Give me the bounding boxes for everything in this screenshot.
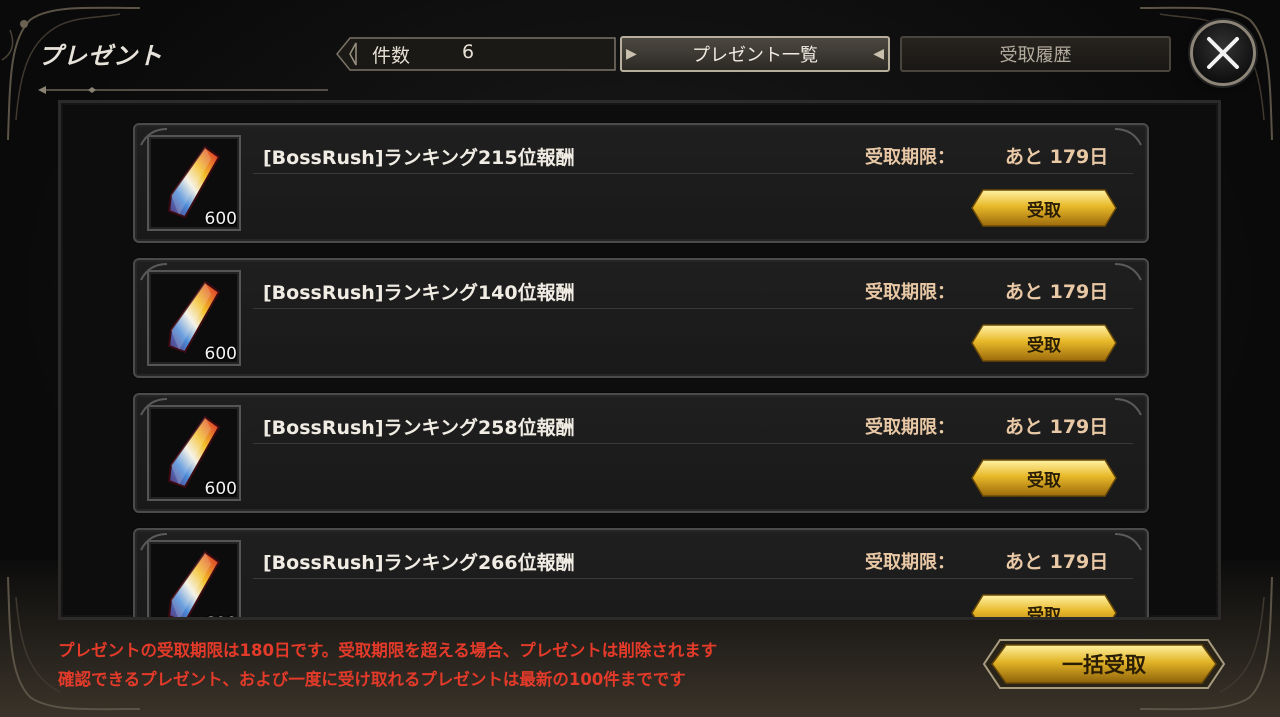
item-title: [BossRush]ランキング258位報酬 (263, 417, 575, 439)
item-quantity: 600 (204, 209, 237, 229)
tab-right-arrow-icon: ◀ (873, 46, 884, 62)
item-icon-frame: 600 (147, 135, 241, 231)
title-divider (38, 86, 328, 94)
page-title: プレゼント (38, 41, 163, 70)
notice-line-2: 確認できるプレゼント、および一度に受け取れるプレゼントは最新の100件までです (58, 670, 686, 689)
item-quantity: 600 (204, 344, 237, 364)
count-label: 件数 (372, 45, 411, 67)
tab-left-arrow-icon: ▶ (626, 46, 637, 62)
receive-button-label: 受取 (1027, 470, 1061, 491)
tab-present-list[interactable]: ▶ プレゼント一覧 ◀ (620, 36, 890, 72)
notice-line-1: プレゼントの受取期限は180日です。受取期限を超える場合、プレゼントは削除されま… (58, 641, 718, 660)
list-item: 600 [BossRush]ランキング258位報酬 受取期限： あと 179日 … (133, 393, 1149, 513)
card-ornament (1114, 533, 1142, 551)
item-quantity: 600 (204, 479, 237, 499)
bulk-receive-button[interactable]: 一括受取 (982, 638, 1226, 690)
list-item: 600 [BossRush]ランキング140位報酬 受取期限： あと 179日 … (133, 258, 1149, 378)
deadline-label: 受取期限： (865, 282, 955, 303)
receive-button-label: 受取 (1027, 335, 1061, 356)
receive-button-label: 受取 (1027, 200, 1061, 221)
card-divider (253, 578, 1133, 579)
tab-label: プレゼント一覧 (692, 45, 818, 66)
receive-button[interactable]: 受取 (971, 459, 1117, 499)
deadline-label: 受取期限： (865, 552, 955, 573)
item-title: [BossRush]ランキング266位報酬 (263, 552, 575, 574)
card-ornament (1114, 128, 1142, 146)
deadline-value: あと 179日 (1005, 146, 1109, 168)
tab-receive-history[interactable]: 受取履歴 (900, 36, 1171, 72)
deadline-label: 受取期限： (865, 147, 955, 168)
present-list[interactable]: 600 [BossRush]ランキング215位報酬 受取期限： あと 179日 … (58, 100, 1221, 620)
close-button[interactable] (1190, 20, 1256, 86)
list-item: 600 [BossRush]ランキング266位報酬 受取期限： あと 179日 … (133, 528, 1149, 620)
receive-button-label: 受取 (1027, 605, 1061, 620)
deadline-value: あと 179日 (1005, 416, 1109, 438)
card-ornament (1114, 398, 1142, 416)
item-icon-frame: 600 (147, 270, 241, 366)
deadline-value: あと 179日 (1005, 551, 1109, 573)
tab-label: 受取履歴 (999, 45, 1072, 66)
deadline-value: あと 179日 (1005, 281, 1109, 303)
item-quantity: 600 (205, 614, 237, 617)
bulk-receive-label: 一括受取 (1062, 653, 1146, 677)
count-value: 6 (462, 41, 475, 63)
close-icon (1207, 37, 1239, 69)
card-ornament (1114, 263, 1142, 281)
receive-button[interactable]: 受取 (971, 324, 1117, 364)
item-icon-frame: 600 (147, 405, 241, 501)
deadline-label: 受取期限： (865, 417, 955, 438)
item-icon-frame: 600 (147, 540, 241, 617)
list-item: 600 [BossRush]ランキング215位報酬 受取期限： あと 179日 … (133, 123, 1149, 243)
item-title: [BossRush]ランキング215位報酬 (263, 147, 575, 169)
rainbow-crystal-icon (167, 550, 221, 617)
receive-button[interactable]: 受取 (971, 189, 1117, 229)
card-divider (253, 443, 1133, 444)
card-divider (253, 173, 1133, 174)
receive-button[interactable]: 受取 (971, 594, 1117, 620)
item-title: [BossRush]ランキング140位報酬 (263, 282, 575, 304)
card-divider (253, 308, 1133, 309)
